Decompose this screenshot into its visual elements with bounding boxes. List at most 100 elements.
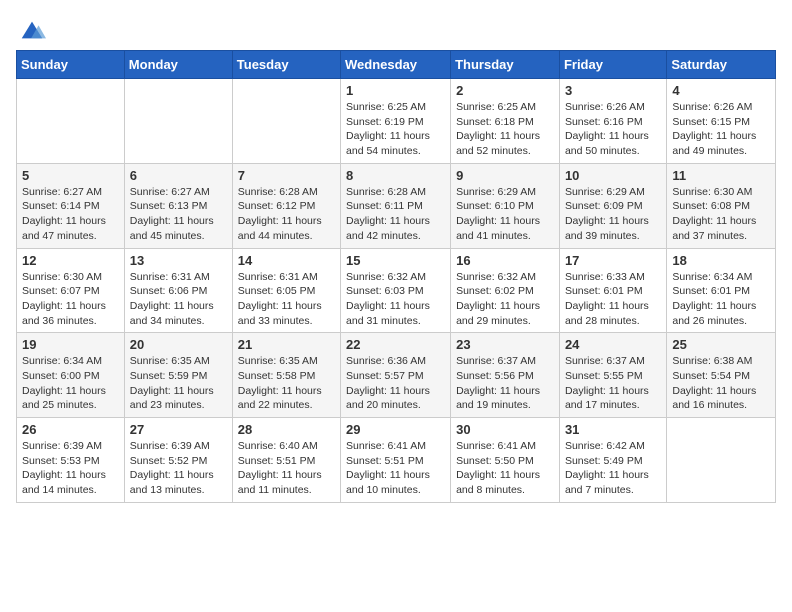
day-number: 10 bbox=[565, 168, 661, 183]
day-number: 18 bbox=[672, 253, 770, 268]
day-info: Sunrise: 6:37 AMSunset: 5:55 PMDaylight:… bbox=[565, 355, 649, 411]
calendar-cell: 16 Sunrise: 6:32 AMSunset: 6:02 PMDaylig… bbox=[451, 248, 560, 333]
calendar-cell: 10 Sunrise: 6:29 AMSunset: 6:09 PMDaylig… bbox=[559, 163, 666, 248]
day-info: Sunrise: 6:40 AMSunset: 5:51 PMDaylight:… bbox=[238, 440, 322, 496]
day-info: Sunrise: 6:33 AMSunset: 6:01 PMDaylight:… bbox=[565, 271, 649, 327]
calendar-week-row: 19 Sunrise: 6:34 AMSunset: 6:00 PMDaylig… bbox=[17, 333, 776, 418]
day-info: Sunrise: 6:37 AMSunset: 5:56 PMDaylight:… bbox=[456, 355, 540, 411]
logo bbox=[16, 16, 46, 38]
day-info: Sunrise: 6:38 AMSunset: 5:54 PMDaylight:… bbox=[672, 355, 756, 411]
weekday-header-saturday: Saturday bbox=[667, 51, 776, 79]
day-info: Sunrise: 6:28 AMSunset: 6:12 PMDaylight:… bbox=[238, 186, 322, 242]
day-info: Sunrise: 6:28 AMSunset: 6:11 PMDaylight:… bbox=[346, 186, 430, 242]
calendar-cell: 30 Sunrise: 6:41 AMSunset: 5:50 PMDaylig… bbox=[451, 418, 560, 503]
calendar-cell: 11 Sunrise: 6:30 AMSunset: 6:08 PMDaylig… bbox=[667, 163, 776, 248]
day-info: Sunrise: 6:35 AMSunset: 5:58 PMDaylight:… bbox=[238, 355, 322, 411]
page-header bbox=[16, 16, 776, 38]
calendar-cell: 17 Sunrise: 6:33 AMSunset: 6:01 PMDaylig… bbox=[559, 248, 666, 333]
calendar-cell: 25 Sunrise: 6:38 AMSunset: 5:54 PMDaylig… bbox=[667, 333, 776, 418]
calendar-cell: 18 Sunrise: 6:34 AMSunset: 6:01 PMDaylig… bbox=[667, 248, 776, 333]
calendar-week-row: 12 Sunrise: 6:30 AMSunset: 6:07 PMDaylig… bbox=[17, 248, 776, 333]
calendar-cell bbox=[232, 79, 340, 164]
day-number: 19 bbox=[22, 337, 119, 352]
day-info: Sunrise: 6:41 AMSunset: 5:50 PMDaylight:… bbox=[456, 440, 540, 496]
calendar-week-row: 1 Sunrise: 6:25 AMSunset: 6:19 PMDayligh… bbox=[17, 79, 776, 164]
calendar-cell: 15 Sunrise: 6:32 AMSunset: 6:03 PMDaylig… bbox=[341, 248, 451, 333]
calendar-cell: 29 Sunrise: 6:41 AMSunset: 5:51 PMDaylig… bbox=[341, 418, 451, 503]
calendar-cell: 31 Sunrise: 6:42 AMSunset: 5:49 PMDaylig… bbox=[559, 418, 666, 503]
calendar-cell bbox=[667, 418, 776, 503]
day-info: Sunrise: 6:35 AMSunset: 5:59 PMDaylight:… bbox=[130, 355, 214, 411]
weekday-header-tuesday: Tuesday bbox=[232, 51, 340, 79]
day-info: Sunrise: 6:29 AMSunset: 6:09 PMDaylight:… bbox=[565, 186, 649, 242]
day-number: 26 bbox=[22, 422, 119, 437]
calendar-week-row: 26 Sunrise: 6:39 AMSunset: 5:53 PMDaylig… bbox=[17, 418, 776, 503]
calendar-cell bbox=[17, 79, 125, 164]
calendar-week-row: 5 Sunrise: 6:27 AMSunset: 6:14 PMDayligh… bbox=[17, 163, 776, 248]
day-info: Sunrise: 6:42 AMSunset: 5:49 PMDaylight:… bbox=[565, 440, 649, 496]
day-info: Sunrise: 6:25 AMSunset: 6:18 PMDaylight:… bbox=[456, 101, 540, 157]
day-info: Sunrise: 6:30 AMSunset: 6:07 PMDaylight:… bbox=[22, 271, 106, 327]
day-number: 13 bbox=[130, 253, 227, 268]
weekday-header-friday: Friday bbox=[559, 51, 666, 79]
day-info: Sunrise: 6:39 AMSunset: 5:53 PMDaylight:… bbox=[22, 440, 106, 496]
calendar-cell: 22 Sunrise: 6:36 AMSunset: 5:57 PMDaylig… bbox=[341, 333, 451, 418]
day-number: 3 bbox=[565, 83, 661, 98]
calendar-cell: 20 Sunrise: 6:35 AMSunset: 5:59 PMDaylig… bbox=[124, 333, 232, 418]
day-number: 22 bbox=[346, 337, 445, 352]
day-info: Sunrise: 6:32 AMSunset: 6:02 PMDaylight:… bbox=[456, 271, 540, 327]
calendar-cell: 19 Sunrise: 6:34 AMSunset: 6:00 PMDaylig… bbox=[17, 333, 125, 418]
calendar-cell: 13 Sunrise: 6:31 AMSunset: 6:06 PMDaylig… bbox=[124, 248, 232, 333]
calendar-cell: 7 Sunrise: 6:28 AMSunset: 6:12 PMDayligh… bbox=[232, 163, 340, 248]
day-info: Sunrise: 6:34 AMSunset: 6:00 PMDaylight:… bbox=[22, 355, 106, 411]
day-number: 14 bbox=[238, 253, 335, 268]
day-info: Sunrise: 6:32 AMSunset: 6:03 PMDaylight:… bbox=[346, 271, 430, 327]
day-number: 20 bbox=[130, 337, 227, 352]
day-info: Sunrise: 6:31 AMSunset: 6:05 PMDaylight:… bbox=[238, 271, 322, 327]
day-number: 24 bbox=[565, 337, 661, 352]
day-number: 6 bbox=[130, 168, 227, 183]
calendar-cell: 24 Sunrise: 6:37 AMSunset: 5:55 PMDaylig… bbox=[559, 333, 666, 418]
day-info: Sunrise: 6:27 AMSunset: 6:13 PMDaylight:… bbox=[130, 186, 214, 242]
day-number: 25 bbox=[672, 337, 770, 352]
weekday-header-thursday: Thursday bbox=[451, 51, 560, 79]
day-number: 8 bbox=[346, 168, 445, 183]
logo-icon bbox=[18, 16, 46, 44]
day-info: Sunrise: 6:25 AMSunset: 6:19 PMDaylight:… bbox=[346, 101, 430, 157]
calendar-table: SundayMondayTuesdayWednesdayThursdayFrid… bbox=[16, 50, 776, 503]
day-info: Sunrise: 6:34 AMSunset: 6:01 PMDaylight:… bbox=[672, 271, 756, 327]
day-number: 16 bbox=[456, 253, 554, 268]
day-number: 21 bbox=[238, 337, 335, 352]
day-info: Sunrise: 6:27 AMSunset: 6:14 PMDaylight:… bbox=[22, 186, 106, 242]
weekday-header-sunday: Sunday bbox=[17, 51, 125, 79]
day-info: Sunrise: 6:39 AMSunset: 5:52 PMDaylight:… bbox=[130, 440, 214, 496]
day-number: 11 bbox=[672, 168, 770, 183]
day-info: Sunrise: 6:26 AMSunset: 6:16 PMDaylight:… bbox=[565, 101, 649, 157]
calendar-cell: 2 Sunrise: 6:25 AMSunset: 6:18 PMDayligh… bbox=[451, 79, 560, 164]
day-number: 12 bbox=[22, 253, 119, 268]
calendar-cell: 21 Sunrise: 6:35 AMSunset: 5:58 PMDaylig… bbox=[232, 333, 340, 418]
day-info: Sunrise: 6:41 AMSunset: 5:51 PMDaylight:… bbox=[346, 440, 430, 496]
calendar-cell: 8 Sunrise: 6:28 AMSunset: 6:11 PMDayligh… bbox=[341, 163, 451, 248]
calendar-cell: 3 Sunrise: 6:26 AMSunset: 6:16 PMDayligh… bbox=[559, 79, 666, 164]
weekday-header-wednesday: Wednesday bbox=[341, 51, 451, 79]
calendar-cell: 4 Sunrise: 6:26 AMSunset: 6:15 PMDayligh… bbox=[667, 79, 776, 164]
day-number: 15 bbox=[346, 253, 445, 268]
calendar-cell: 5 Sunrise: 6:27 AMSunset: 6:14 PMDayligh… bbox=[17, 163, 125, 248]
day-info: Sunrise: 6:29 AMSunset: 6:10 PMDaylight:… bbox=[456, 186, 540, 242]
calendar-cell: 23 Sunrise: 6:37 AMSunset: 5:56 PMDaylig… bbox=[451, 333, 560, 418]
day-info: Sunrise: 6:36 AMSunset: 5:57 PMDaylight:… bbox=[346, 355, 430, 411]
day-number: 7 bbox=[238, 168, 335, 183]
day-number: 2 bbox=[456, 83, 554, 98]
day-number: 23 bbox=[456, 337, 554, 352]
day-info: Sunrise: 6:31 AMSunset: 6:06 PMDaylight:… bbox=[130, 271, 214, 327]
day-number: 5 bbox=[22, 168, 119, 183]
calendar-cell: 27 Sunrise: 6:39 AMSunset: 5:52 PMDaylig… bbox=[124, 418, 232, 503]
day-number: 1 bbox=[346, 83, 445, 98]
calendar-cell: 9 Sunrise: 6:29 AMSunset: 6:10 PMDayligh… bbox=[451, 163, 560, 248]
calendar-cell: 26 Sunrise: 6:39 AMSunset: 5:53 PMDaylig… bbox=[17, 418, 125, 503]
calendar-cell bbox=[124, 79, 232, 164]
day-number: 27 bbox=[130, 422, 227, 437]
calendar-cell: 14 Sunrise: 6:31 AMSunset: 6:05 PMDaylig… bbox=[232, 248, 340, 333]
calendar-cell: 6 Sunrise: 6:27 AMSunset: 6:13 PMDayligh… bbox=[124, 163, 232, 248]
